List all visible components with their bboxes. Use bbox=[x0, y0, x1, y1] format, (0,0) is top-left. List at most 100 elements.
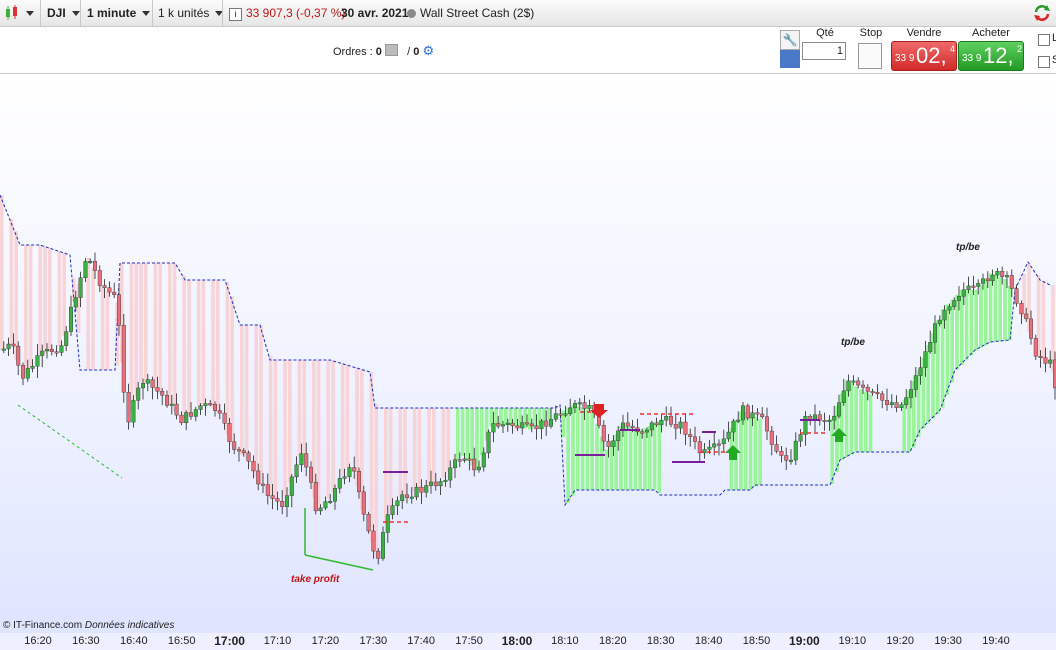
candle-body bbox=[289, 476, 294, 496]
candle-body bbox=[832, 415, 837, 421]
checkbox-s[interactable] bbox=[1038, 56, 1050, 68]
stop-zone-bar bbox=[609, 442, 614, 490]
chart-type-icon[interactable] bbox=[4, 0, 22, 26]
market-status-icon bbox=[407, 9, 416, 18]
stop-zone-bar bbox=[830, 418, 834, 484]
candle-body bbox=[318, 507, 323, 512]
stop-zone-bar bbox=[134, 263, 138, 397]
buy-button[interactable]: 33 9 12, 2 bbox=[958, 41, 1024, 71]
stop-zone-bar bbox=[604, 449, 609, 490]
candle-body bbox=[755, 412, 760, 415]
chart-canvas[interactable] bbox=[0, 74, 1056, 634]
candle-body bbox=[496, 423, 501, 427]
stop-zone-bar bbox=[940, 309, 945, 408]
units-selector[interactable]: 1 k unités bbox=[152, 0, 224, 26]
orders-separator: / bbox=[407, 46, 411, 58]
units-label: 1 k unités bbox=[158, 6, 210, 20]
orders-count-pending: 0 bbox=[375, 46, 382, 58]
candle-body bbox=[21, 365, 26, 379]
price-chart[interactable] bbox=[0, 74, 1056, 634]
orders-pending-icon[interactable] bbox=[384, 44, 398, 56]
candle-body bbox=[549, 418, 554, 427]
stop-zone-bar bbox=[244, 325, 249, 460]
stop-zone-bar bbox=[974, 290, 978, 351]
candle-body bbox=[822, 420, 827, 422]
stop-zone-bar bbox=[158, 263, 162, 394]
symbol-selector[interactable]: DJI bbox=[40, 0, 83, 26]
candle-body bbox=[409, 496, 414, 499]
stop-zone-bar bbox=[446, 408, 450, 472]
candle-body bbox=[736, 419, 741, 422]
stop-zone-bar bbox=[91, 267, 95, 370]
candle-body bbox=[164, 394, 169, 406]
stop-zone-bar bbox=[508, 408, 513, 425]
candle-body bbox=[798, 434, 803, 442]
annotation-tp-be-2: tp/be bbox=[956, 242, 980, 253]
candle-body bbox=[97, 270, 102, 286]
candle-body bbox=[309, 466, 314, 483]
x-tick-label: 16:40 bbox=[120, 635, 148, 647]
stop-zone-bar bbox=[168, 263, 172, 405]
candle-body bbox=[419, 486, 424, 493]
checkbox-l[interactable] bbox=[1038, 34, 1050, 46]
candle-body bbox=[45, 349, 50, 352]
stop-zone-bar bbox=[441, 408, 446, 478]
timeframe-selector[interactable]: 1 minute bbox=[80, 0, 153, 26]
checkbox-s-label: S bbox=[1052, 54, 1056, 66]
candle-body bbox=[313, 482, 318, 512]
candle-body bbox=[501, 424, 506, 427]
candle-body bbox=[83, 261, 88, 278]
stop-zone-bar bbox=[196, 280, 201, 408]
candle-body bbox=[640, 431, 645, 434]
candle-body bbox=[544, 420, 549, 427]
candle-body bbox=[760, 413, 765, 417]
stop-zone-bar bbox=[48, 247, 52, 351]
info-icon[interactable]: i bbox=[222, 0, 242, 26]
x-tick-label: 18:00 bbox=[501, 634, 533, 648]
stop-label: Stop bbox=[859, 27, 883, 39]
stop-zone-bar bbox=[340, 363, 345, 477]
wrench-icon[interactable]: 🔧 bbox=[780, 30, 800, 50]
candle-body bbox=[448, 467, 453, 481]
quantity-field[interactable]: 1 bbox=[802, 42, 846, 60]
candle-body bbox=[491, 423, 496, 433]
x-tick-label: 17:50 bbox=[455, 635, 483, 647]
stop-zone-bar bbox=[993, 273, 998, 342]
candle-body bbox=[918, 367, 923, 376]
candle-body bbox=[241, 450, 246, 454]
candle-body bbox=[261, 483, 266, 486]
candle-body bbox=[529, 423, 534, 427]
sell-button[interactable]: 33 9 02, 4 bbox=[891, 41, 957, 71]
gear-icon[interactable]: ⚙ bbox=[422, 43, 434, 58]
stop-zone-bar bbox=[273, 360, 278, 501]
candle-body bbox=[1028, 318, 1033, 339]
candle-body bbox=[477, 466, 482, 471]
candle-body bbox=[750, 412, 755, 419]
candle-body bbox=[433, 481, 438, 487]
candle-body bbox=[577, 402, 582, 405]
candle-body bbox=[251, 460, 256, 472]
stop-zone-bar bbox=[388, 408, 393, 514]
candle-body bbox=[731, 420, 736, 433]
candle-body bbox=[573, 403, 578, 409]
stop-zone-bar bbox=[753, 416, 758, 487]
sell-price-prefix: 33 9 bbox=[895, 53, 915, 64]
candle-body bbox=[30, 365, 35, 369]
candle-body bbox=[981, 278, 986, 284]
keyboard-icon[interactable] bbox=[780, 50, 800, 68]
candle-body bbox=[73, 297, 78, 308]
candle-body bbox=[606, 440, 611, 447]
stop-zone-bar bbox=[470, 408, 474, 466]
candle-body bbox=[837, 402, 842, 417]
stop-zone-bar bbox=[302, 360, 306, 460]
candle-body bbox=[678, 421, 683, 429]
candle-body bbox=[784, 455, 789, 461]
stop-zone-bar bbox=[864, 392, 868, 452]
x-tick-label: 18:10 bbox=[551, 635, 579, 647]
refresh-icon[interactable] bbox=[1032, 0, 1052, 26]
candle-body bbox=[789, 459, 794, 462]
stop-icon[interactable] bbox=[858, 43, 882, 69]
candle-body bbox=[361, 491, 366, 515]
candle-body bbox=[904, 397, 909, 405]
dropdown-arrow-icon[interactable] bbox=[24, 0, 34, 26]
